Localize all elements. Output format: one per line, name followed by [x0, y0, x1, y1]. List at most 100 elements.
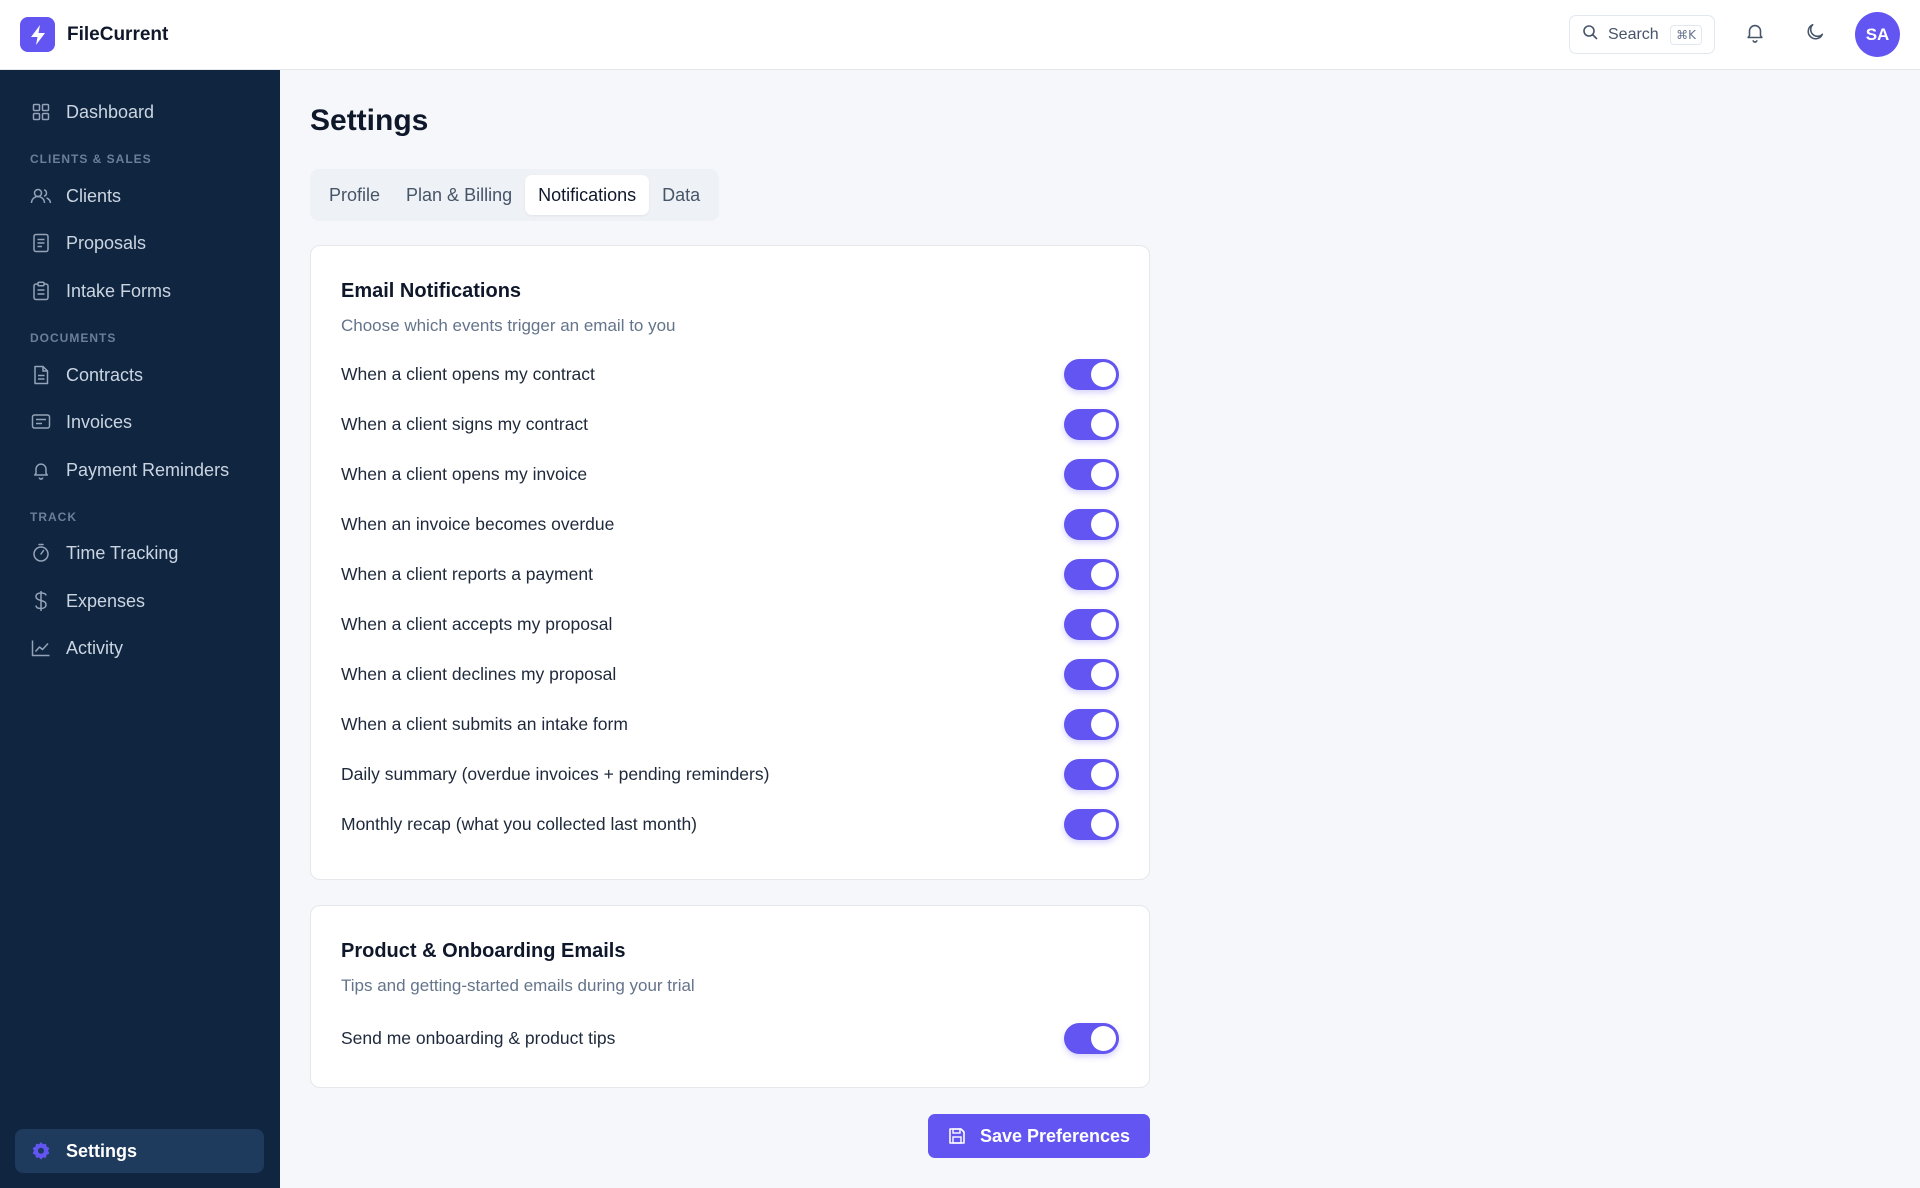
sidebar-item-settings[interactable]: Settings: [15, 1129, 264, 1173]
sidebar-item-label: Settings: [66, 1140, 138, 1161]
sidebar-item-clients[interactable]: Clients: [15, 174, 264, 218]
search-label: Search: [1608, 25, 1659, 43]
notification-row: When an invoice becomes overdue: [341, 506, 1119, 542]
notification-label: When a client submits an intake form: [341, 713, 628, 734]
notification-label: When a client reports a payment: [341, 563, 593, 584]
notification-row: When a client submits an intake form: [341, 706, 1119, 742]
sidebar-item-intake-forms[interactable]: Intake Forms: [15, 269, 264, 313]
user-avatar[interactable]: SA: [1855, 12, 1900, 57]
tab-notifications[interactable]: Notifications: [525, 175, 650, 215]
sidebar-item-dashboard[interactable]: Dashboard: [15, 90, 264, 134]
sidebar-item-label: Expenses: [66, 590, 146, 611]
brand[interactable]: FileCurrent: [20, 17, 168, 52]
dollar-icon: [30, 590, 52, 612]
sidebar-item-expenses[interactable]: Expenses: [15, 579, 264, 623]
notification-row: When a client opens my invoice: [341, 456, 1119, 492]
toggle-knob: [1091, 1025, 1116, 1051]
bell-icon: [1744, 21, 1766, 48]
notification-row: Send me onboarding & product tips: [341, 1020, 1119, 1056]
notification-row: When a client accepts my proposal: [341, 606, 1119, 642]
sidebar-item-label: Dashboard: [66, 101, 155, 122]
document-list-icon: [30, 232, 52, 254]
users-icon: [30, 185, 52, 207]
notification-label: When an invoice becomes overdue: [341, 513, 615, 534]
toggle-knob: [1091, 511, 1116, 537]
email-notifications-card: Email Notifications Choose which events …: [310, 245, 1150, 880]
notification-toggle[interactable]: [1064, 658, 1119, 690]
product-onboarding-card: Product & Onboarding Emails Tips and get…: [310, 905, 1150, 1088]
main-content: Settings Profile Plan & Billing Notifica…: [280, 70, 1920, 1188]
tab-data[interactable]: Data: [649, 175, 713, 215]
theme-toggle-button[interactable]: [1795, 15, 1835, 55]
notification-row: When a client opens my contract: [341, 356, 1119, 392]
save-icon: [948, 1127, 966, 1145]
toggle-knob: [1091, 461, 1116, 487]
sidebar-item-invoices[interactable]: Invoices: [15, 400, 264, 444]
toggle-knob: [1091, 611, 1116, 637]
notification-label: When a client declines my proposal: [341, 663, 617, 684]
sidebar-item-contracts[interactable]: Contracts: [15, 353, 264, 397]
sidebar-item-proposals[interactable]: Proposals: [15, 221, 264, 265]
notification-label: When a client signs my contract: [341, 413, 589, 434]
notification-label: Daily summary (overdue invoices + pendin…: [341, 763, 770, 784]
notification-toggle[interactable]: [1064, 608, 1119, 640]
tab-profile[interactable]: Profile: [316, 175, 393, 215]
bell-icon: [30, 459, 52, 481]
settings-tabs: Profile Plan & Billing Notifications Dat…: [310, 169, 720, 221]
notification-toggle[interactable]: [1064, 458, 1119, 490]
sidebar-item-label: Activity: [66, 637, 124, 658]
file-text-icon: [30, 364, 52, 386]
timer-icon: [30, 542, 52, 564]
notification-toggle[interactable]: [1064, 708, 1119, 740]
toggle-knob: [1091, 411, 1116, 437]
moon-icon: [1804, 21, 1826, 48]
onboarding-tips-toggle[interactable]: [1064, 1022, 1119, 1054]
grid-icon: [30, 101, 52, 123]
toggle-knob: [1091, 811, 1116, 837]
sidebar-item-time-tracking[interactable]: Time Tracking: [15, 531, 264, 575]
receipt-icon: [30, 411, 52, 433]
notification-toggle[interactable]: [1064, 808, 1119, 840]
save-preferences-button[interactable]: Save Preferences: [928, 1114, 1150, 1158]
toggle-knob: [1091, 761, 1116, 787]
tab-plan-billing[interactable]: Plan & Billing: [393, 175, 525, 215]
notifications-button[interactable]: [1735, 15, 1775, 55]
card-subtitle: Tips and getting-started emails during y…: [341, 976, 695, 995]
sidebar-item-payment-reminders[interactable]: Payment Reminders: [15, 448, 264, 492]
notification-toggle[interactable]: [1064, 408, 1119, 440]
toggle-knob: [1091, 661, 1116, 687]
sidebar-item-activity[interactable]: Activity: [15, 626, 264, 670]
card-title: Email Notifications: [341, 280, 522, 302]
sidebar-item-label: Clients: [66, 185, 122, 206]
card-subtitle: Choose which events trigger an email to …: [341, 316, 676, 335]
clipboard-icon: [30, 280, 52, 302]
notification-toggle[interactable]: [1064, 358, 1119, 390]
notification-row: When a client signs my contract: [341, 406, 1119, 442]
toggle-knob: [1091, 361, 1116, 387]
notification-label: When a client opens my invoice: [341, 463, 588, 484]
gear-icon: [30, 1140, 52, 1162]
search-button[interactable]: Search ⌘K: [1569, 15, 1715, 54]
sidebar-section-track: TRACK: [30, 510, 77, 524]
app-name: FileCurrent: [67, 23, 169, 45]
notification-toggle[interactable]: [1064, 758, 1119, 790]
sidebar-item-label: Payment Reminders: [66, 459, 230, 480]
notification-label: When a client opens my contract: [341, 363, 595, 384]
notification-row: When a client declines my proposal: [341, 656, 1119, 692]
notification-label: Monthly recap (what you collected last m…: [341, 813, 697, 834]
card-title: Product & Onboarding Emails: [341, 940, 626, 962]
sidebar-item-label: Intake Forms: [66, 280, 172, 301]
sidebar-item-label: Time Tracking: [66, 542, 179, 563]
notification-toggle[interactable]: [1064, 508, 1119, 540]
sidebar-section-clients-sales: CLIENTS & SALES: [30, 152, 152, 166]
notification-row: Daily summary (overdue invoices + pendin…: [341, 756, 1119, 792]
line-chart-icon: [30, 637, 52, 659]
sidebar-item-label: Contracts: [66, 364, 144, 385]
notification-row: Monthly recap (what you collected last m…: [341, 806, 1119, 842]
notification-toggle[interactable]: [1064, 558, 1119, 590]
top-bar: FileCurrent Search ⌘K SA: [0, 0, 1920, 70]
lightning-logo-icon: [20, 17, 55, 52]
save-preferences-label: Save Preferences: [979, 1125, 1131, 1146]
notification-label: Send me onboarding & product tips: [341, 1027, 616, 1048]
toggle-knob: [1091, 711, 1116, 737]
